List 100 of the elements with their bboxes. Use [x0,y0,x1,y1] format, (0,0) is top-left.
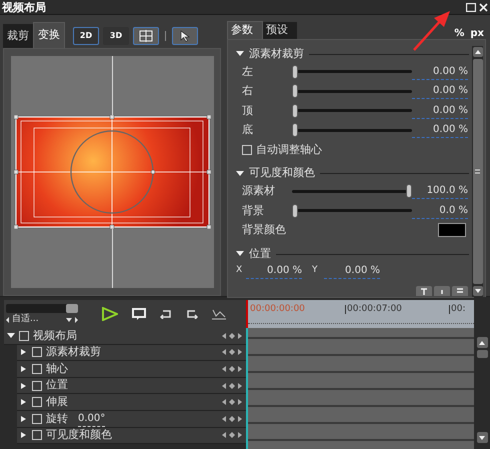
slider[interactable] [292,204,412,218]
track-row[interactable]: 可见度和颜色 [17,428,246,444]
right-arrow-icon[interactable] [238,399,242,406]
left-arrow-icon[interactable] [6,316,9,322]
right-arrow-icon[interactable] [238,349,242,356]
2d-mode-button[interactable]: 2D [73,27,99,45]
diamond-icon[interactable] [229,332,235,339]
diamond-icon[interactable] [229,349,235,356]
caret-icon[interactable] [66,318,72,322]
slider[interactable] [292,64,412,79]
left-arrow-icon[interactable] [222,416,226,422]
track-row[interactable]: 位置 [17,378,246,394]
value-field[interactable]: 0.00 % [412,83,468,100]
3d-mode-button[interactable]: 3D [103,27,129,45]
right-arrow-icon[interactable] [238,416,242,422]
up-arrow-icon[interactable] [474,50,480,54]
grid-button[interactable] [133,27,159,45]
track-label: 旋转 [46,410,68,427]
right-arrow-icon[interactable] [238,432,242,438]
toolbar-button[interactable] [434,286,450,296]
track-label: 轴心 [46,360,68,377]
value-field[interactable]: 0.0 % [412,202,468,219]
checkbox[interactable] [32,430,42,440]
value-field[interactable]: 0.00 % [412,122,468,138]
checkbox[interactable] [242,144,252,155]
caret-icon[interactable] [7,332,15,339]
diamond-icon[interactable] [229,366,235,372]
caret-icon[interactable] [20,349,28,356]
monitor-icon[interactable] [132,308,146,320]
slider[interactable] [292,84,412,98]
section-title: 可见度和颜色 [249,165,315,182]
left-arrow-icon[interactable] [222,432,226,438]
right-arrow-icon[interactable] [238,382,242,389]
scroll-thumb[interactable] [476,350,488,358]
value-field[interactable]: 0.00 % [324,263,380,279]
tab[interactable]: 参数 [227,21,263,39]
left-arrow-icon[interactable] [222,332,226,339]
diamond-icon[interactable] [229,382,235,389]
value-field[interactable]: 0.00 % [412,64,468,80]
value-field[interactable]: 0.00 % [246,263,302,279]
unit-button[interactable]: % [454,29,464,39]
down-arrow-icon[interactable] [479,436,485,440]
track-row[interactable]: 视频布局 [4,328,246,345]
caret-icon[interactable] [20,382,28,389]
track-row[interactable]: 旋转 0.00° [17,410,246,428]
track-row[interactable]: 源素材裁剪 [17,344,246,362]
caret-icon[interactable] [236,251,244,257]
unit-button[interactable]: px [470,29,484,39]
down-arrow-icon[interactable] [474,289,480,293]
caret-icon[interactable] [20,416,28,422]
up-arrow-icon[interactable] [479,340,485,344]
right-arrow-icon[interactable] [75,316,78,322]
left-arrow-icon[interactable] [222,399,226,406]
toolbar-button[interactable] [452,286,468,296]
pointer-button[interactable] [172,27,198,45]
checkbox[interactable] [19,330,29,341]
caret-icon[interactable] [20,399,28,406]
checkbox[interactable] [32,347,42,358]
diamond-icon[interactable] [229,399,235,406]
caret-icon[interactable] [236,51,244,57]
track-row[interactable]: 轴心 [17,361,246,378]
left-arrow-icon[interactable] [222,382,226,389]
slider[interactable] [292,104,412,118]
zoom-dropdown[interactable]: 自适... [6,315,78,324]
vertical-scrollbar[interactable] [472,46,483,297]
toolbar-button[interactable] [416,286,432,296]
left-arrow-icon[interactable] [222,349,226,356]
right-arrow-icon[interactable] [238,332,242,339]
slider[interactable] [292,123,412,138]
tab[interactable]: 预设 [263,22,297,39]
checkbox[interactable] [32,397,42,408]
caret-icon[interactable] [20,432,28,438]
diamond-icon[interactable] [229,432,235,438]
tab[interactable]: 变换 [33,22,65,48]
undo-icon[interactable] [160,310,172,318]
color-swatch[interactable] [438,223,466,238]
redo-icon[interactable] [186,310,198,318]
time-ruler[interactable]: 00:00:00:00 00:00:07:00 00: [246,300,474,328]
diamond-icon[interactable] [229,416,235,422]
value-field[interactable]: 100.0 % [412,183,468,200]
graph-icon[interactable] [212,308,226,320]
slider[interactable] [292,184,412,198]
caret-icon[interactable] [20,366,28,372]
play-icon[interactable] [102,307,118,321]
track-row[interactable]: 伸展 [17,394,246,411]
caret-icon[interactable] [236,170,244,176]
checkbox[interactable] [32,414,42,424]
close-icon[interactable] [479,2,488,12]
left-arrow-icon[interactable] [222,366,226,372]
value-field[interactable]: 0.00° [78,410,106,427]
tab[interactable]: 裁剪 [3,24,33,48]
right-arrow-icon[interactable] [238,366,242,372]
grid-icon [139,30,153,42]
zoom-slider[interactable] [6,304,78,313]
maximize-icon[interactable] [466,2,476,12]
value-field[interactable]: 0.00 % [412,102,468,119]
section-title: 源素材裁剪 [249,46,304,62]
slider-thumb[interactable] [66,304,78,313]
checkbox[interactable] [32,380,42,391]
checkbox[interactable] [32,364,42,374]
